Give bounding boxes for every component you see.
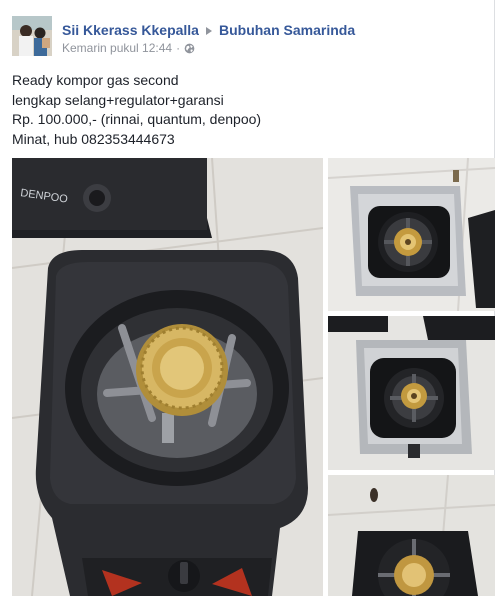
post-message-line: Rp. 100.000,- (rinnai, quantum, denpoo)	[12, 111, 262, 127]
post-photo-4[interactable]	[328, 475, 495, 596]
post-message: Ready kompor gas second lengkap selang+r…	[12, 71, 261, 149]
stove-photo-image	[328, 316, 495, 470]
post-message-line: Ready kompor gas second	[12, 72, 179, 88]
post-message-line: Minat, hub 082353444673	[12, 130, 175, 147]
triangle-right-icon	[205, 26, 212, 35]
globe-icon[interactable]	[184, 43, 195, 57]
avatar-image	[12, 16, 52, 56]
post-header-title: Sii Kkerass Kkepalla Bubuhan Samarinda	[62, 22, 355, 38]
stove-photo-image	[328, 158, 495, 311]
author-name-link[interactable]: Sii Kkerass Kkepalla	[62, 22, 199, 38]
post-photo-main[interactable]: DENPOO	[12, 158, 323, 596]
post-photo-2[interactable]	[328, 158, 495, 311]
post-timestamp-link[interactable]: Kemarin pukul 12:44	[62, 41, 172, 55]
author-avatar[interactable]	[12, 16, 52, 56]
facebook-post: Sii Kkerass Kkepalla Bubuhan Samarinda Ke…	[0, 0, 495, 596]
meta-separator: ·	[176, 41, 181, 55]
post-photo-3[interactable]	[328, 316, 495, 470]
post-meta: Kemarin pukul 12:44 ·	[62, 41, 195, 57]
post-message-line: lengkap selang+regulator+garansi	[12, 91, 224, 108]
stove-photo-image: DENPOO	[12, 158, 323, 596]
stove-photo-image	[328, 475, 495, 596]
group-name-link[interactable]: Bubuhan Samarinda	[219, 22, 355, 38]
